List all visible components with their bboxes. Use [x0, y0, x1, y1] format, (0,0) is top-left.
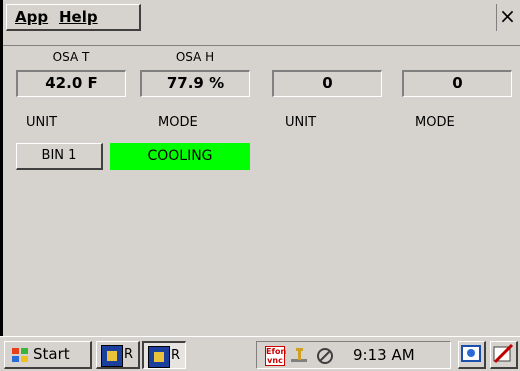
menu-app[interactable]: App: [15, 8, 48, 26]
menu-bar: App Help: [6, 4, 141, 31]
taskbar-app-2[interactable]: R: [142, 341, 186, 369]
value-osa-h: 77.9 %: [140, 70, 250, 97]
vnc-icon[interactable]: Efon vnc: [265, 346, 286, 366]
value-osa-t: 42.0 F: [16, 70, 126, 97]
window-left-border: [0, 0, 3, 336]
label-mode-1: MODE: [158, 115, 198, 130]
input-panel-button[interactable]: [490, 341, 518, 369]
app-icon: [101, 345, 123, 367]
network-icon[interactable]: [289, 346, 309, 366]
bin-1-button[interactable]: BIN 1: [16, 143, 103, 170]
close-button[interactable]: ×: [496, 4, 518, 31]
mode-status-badge: COOLING: [110, 143, 250, 170]
header-osa-t: OSA T: [52, 50, 90, 64]
taskbar-app-1[interactable]: R: [96, 341, 140, 369]
value-mode-2: 0: [402, 70, 512, 97]
label-mode-2: MODE: [415, 115, 455, 130]
taskbar-app-2-label: R: [171, 348, 181, 363]
start-button[interactable]: Start: [4, 341, 92, 369]
label-unit-1: UNIT: [26, 115, 58, 130]
value-unit-2: 0: [272, 70, 382, 97]
desktop-button[interactable]: [458, 341, 486, 369]
taskbar: Start R R Efon vnc 9:13 AM: [0, 336, 520, 371]
power-icon[interactable]: [315, 346, 335, 366]
header-osa-h: OSA H: [175, 50, 215, 64]
start-label: Start: [33, 345, 70, 363]
taskbar-app-1-label: R: [124, 347, 134, 362]
windows-logo-icon: [12, 348, 28, 362]
desktop-icon: [461, 345, 481, 362]
label-unit-2: UNIT: [285, 115, 317, 130]
pen-icon: [493, 343, 514, 364]
system-tray: Efon vnc 9:13 AM: [256, 341, 451, 369]
clock[interactable]: 9:13 AM: [353, 342, 415, 368]
divider: [3, 45, 520, 46]
app-icon: [148, 346, 170, 368]
menu-help[interactable]: Help: [59, 8, 98, 26]
